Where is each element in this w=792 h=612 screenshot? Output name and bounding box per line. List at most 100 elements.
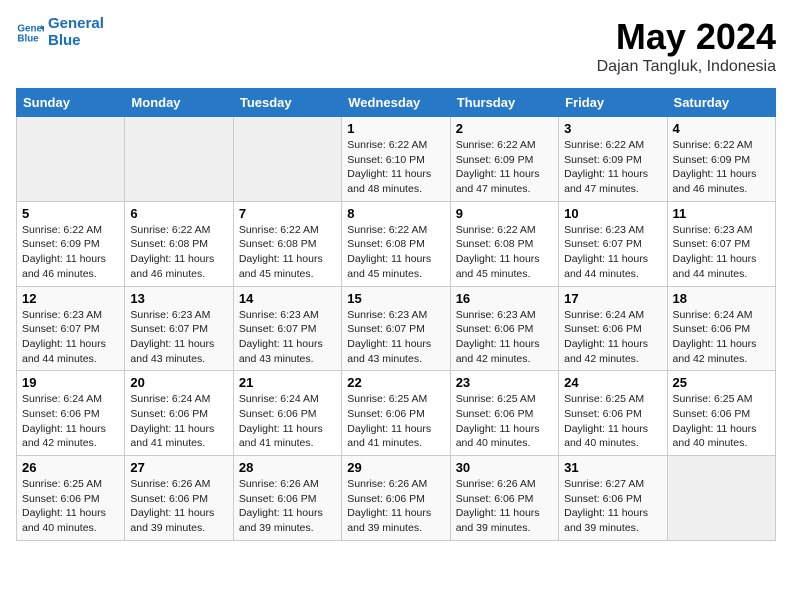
day-header-saturday: Saturday	[667, 89, 775, 117]
day-info: Sunrise: 6:27 AM Sunset: 6:06 PM Dayligh…	[564, 477, 661, 536]
day-info: Sunrise: 6:22 AM Sunset: 6:09 PM Dayligh…	[22, 223, 119, 282]
day-info: Sunrise: 6:23 AM Sunset: 6:07 PM Dayligh…	[130, 308, 227, 367]
subtitle: Dajan Tangluk, Indonesia	[597, 58, 776, 76]
day-header-sunday: Sunday	[17, 89, 125, 117]
calendar-cell: 9 Sunrise: 6:22 AM Sunset: 6:08 PM Daylig…	[450, 201, 558, 286]
day-number: 24	[564, 375, 661, 390]
day-info: Sunrise: 6:22 AM Sunset: 6:08 PM Dayligh…	[456, 223, 553, 282]
day-info: Sunrise: 6:26 AM Sunset: 6:06 PM Dayligh…	[239, 477, 336, 536]
day-number: 7	[239, 206, 336, 221]
calendar-cell: 19Sunrise: 6:24 AM Sunset: 6:06 PM Dayli…	[17, 371, 125, 456]
day-info: Sunrise: 6:22 AM Sunset: 6:10 PM Dayligh…	[347, 138, 444, 197]
calendar-week-4: 26Sunrise: 6:25 AM Sunset: 6:06 PM Dayli…	[17, 456, 776, 541]
day-info: Sunrise: 6:22 AM Sunset: 6:08 PM Dayligh…	[130, 223, 227, 282]
day-info: Sunrise: 6:22 AM Sunset: 6:08 PM Dayligh…	[347, 223, 444, 282]
calendar-cell: 7 Sunrise: 6:22 AM Sunset: 6:08 PM Daylig…	[233, 201, 341, 286]
calendar-cell: 23 Sunrise: 6:25 AM Sunset: 6:06 PM Dayli…	[450, 371, 558, 456]
main-title: May 2024	[597, 16, 776, 58]
logo-line2: Blue	[48, 33, 104, 50]
day-number: 27	[130, 460, 227, 475]
calendar-cell: 21Sunrise: 6:24 AM Sunset: 6:06 PM Dayli…	[233, 371, 341, 456]
calendar-cell: 8Sunrise: 6:22 AM Sunset: 6:08 PM Daylig…	[342, 201, 450, 286]
day-number: 12	[22, 291, 119, 306]
calendar-cell: 30Sunrise: 6:26 AM Sunset: 6:06 PM Dayli…	[450, 456, 558, 541]
calendar-cell: 12Sunrise: 6:23 AM Sunset: 6:07 PM Dayli…	[17, 286, 125, 371]
day-info: Sunrise: 6:25 AM Sunset: 6:06 PM Dayligh…	[22, 477, 119, 536]
header: General Blue General Blue May 2024 Dajan…	[16, 16, 776, 76]
calendar-cell	[125, 117, 233, 202]
calendar-body: 1Sunrise: 6:22 AM Sunset: 6:10 PM Daylig…	[17, 117, 776, 541]
calendar-cell: 16 Sunrise: 6:23 AM Sunset: 6:06 PM Dayli…	[450, 286, 558, 371]
day-info: Sunrise: 6:24 AM Sunset: 6:06 PM Dayligh…	[564, 308, 661, 367]
day-info: Sunrise: 6:23 AM Sunset: 6:07 PM Dayligh…	[564, 223, 661, 282]
day-info: Sunrise: 6:22 AM Sunset: 6:09 PM Dayligh…	[564, 138, 661, 197]
day-number: 3	[564, 121, 661, 136]
calendar-cell: 15 Sunrise: 6:23 AM Sunset: 6:07 PM Dayli…	[342, 286, 450, 371]
calendar-cell: 24 Sunrise: 6:25 AM Sunset: 6:06 PM Dayli…	[559, 371, 667, 456]
calendar-cell: 14 Sunrise: 6:23 AM Sunset: 6:07 PM Dayli…	[233, 286, 341, 371]
day-number: 13	[130, 291, 227, 306]
logo: General Blue General Blue	[16, 16, 104, 49]
day-number: 15	[347, 291, 444, 306]
day-info: Sunrise: 6:25 AM Sunset: 6:06 PM Dayligh…	[347, 392, 444, 451]
day-number: 31	[564, 460, 661, 475]
calendar-cell: 13 Sunrise: 6:23 AM Sunset: 6:07 PM Dayli…	[125, 286, 233, 371]
calendar-cell	[233, 117, 341, 202]
calendar-cell: 2Sunrise: 6:22 AM Sunset: 6:09 PM Daylig…	[450, 117, 558, 202]
day-header-friday: Friday	[559, 89, 667, 117]
day-number: 4	[673, 121, 770, 136]
day-number: 17	[564, 291, 661, 306]
calendar-cell: 22Sunrise: 6:25 AM Sunset: 6:06 PM Dayli…	[342, 371, 450, 456]
day-info: Sunrise: 6:22 AM Sunset: 6:09 PM Dayligh…	[456, 138, 553, 197]
day-info: Sunrise: 6:23 AM Sunset: 6:07 PM Dayligh…	[347, 308, 444, 367]
day-header-tuesday: Tuesday	[233, 89, 341, 117]
day-number: 25	[673, 375, 770, 390]
calendar-cell: 31 Sunrise: 6:27 AM Sunset: 6:06 PM Dayli…	[559, 456, 667, 541]
logo-line1: General	[48, 16, 104, 33]
calendar-cell: 4 Sunrise: 6:22 AM Sunset: 6:09 PM Daylig…	[667, 117, 775, 202]
calendar-cell: 26Sunrise: 6:25 AM Sunset: 6:06 PM Dayli…	[17, 456, 125, 541]
day-number: 23	[456, 375, 553, 390]
calendar-cell: 25 Sunrise: 6:25 AM Sunset: 6:06 PM Dayli…	[667, 371, 775, 456]
day-info: Sunrise: 6:26 AM Sunset: 6:06 PM Dayligh…	[347, 477, 444, 536]
calendar-cell: 1Sunrise: 6:22 AM Sunset: 6:10 PM Daylig…	[342, 117, 450, 202]
day-info: Sunrise: 6:23 AM Sunset: 6:06 PM Dayligh…	[456, 308, 553, 367]
calendar-week-2: 12 Sunrise: 6:23 AM Sunset: 6:07 PM Dayli…	[17, 286, 776, 371]
calendar-cell: 6Sunrise: 6:22 AM Sunset: 6:08 PM Daylig…	[125, 201, 233, 286]
calendar-week-0: 1Sunrise: 6:22 AM Sunset: 6:10 PM Daylig…	[17, 117, 776, 202]
calendar-cell	[17, 117, 125, 202]
day-info: Sunrise: 6:25 AM Sunset: 6:06 PM Dayligh…	[564, 392, 661, 451]
calendar-cell: 3 Sunrise: 6:22 AM Sunset: 6:09 PM Daylig…	[559, 117, 667, 202]
day-info: Sunrise: 6:25 AM Sunset: 6:06 PM Dayligh…	[456, 392, 553, 451]
day-number: 14	[239, 291, 336, 306]
day-info: Sunrise: 6:22 AM Sunset: 6:09 PM Dayligh…	[673, 138, 770, 197]
day-number: 21	[239, 375, 336, 390]
day-info: Sunrise: 6:24 AM Sunset: 6:06 PM Dayligh…	[130, 392, 227, 451]
calendar-cell: 29Sunrise: 6:26 AM Sunset: 6:06 PM Dayli…	[342, 456, 450, 541]
day-info: Sunrise: 6:23 AM Sunset: 6:07 PM Dayligh…	[239, 308, 336, 367]
day-info: Sunrise: 6:23 AM Sunset: 6:07 PM Dayligh…	[673, 223, 770, 282]
day-info: Sunrise: 6:26 AM Sunset: 6:06 PM Dayligh…	[130, 477, 227, 536]
calendar-week-3: 19Sunrise: 6:24 AM Sunset: 6:06 PM Dayli…	[17, 371, 776, 456]
day-number: 10	[564, 206, 661, 221]
day-number: 9	[456, 206, 553, 221]
calendar-cell: 11 Sunrise: 6:23 AM Sunset: 6:07 PM Dayli…	[667, 201, 775, 286]
day-number: 16	[456, 291, 553, 306]
day-info: Sunrise: 6:26 AM Sunset: 6:06 PM Dayligh…	[456, 477, 553, 536]
calendar-cell: 28Sunrise: 6:26 AM Sunset: 6:06 PM Dayli…	[233, 456, 341, 541]
svg-text:Blue: Blue	[17, 33, 39, 44]
calendar-cell: 27 Sunrise: 6:26 AM Sunset: 6:06 PM Dayli…	[125, 456, 233, 541]
day-number: 20	[130, 375, 227, 390]
calendar-week-1: 5Sunrise: 6:22 AM Sunset: 6:09 PM Daylig…	[17, 201, 776, 286]
day-number: 11	[673, 206, 770, 221]
day-header-wednesday: Wednesday	[342, 89, 450, 117]
day-info: Sunrise: 6:22 AM Sunset: 6:08 PM Dayligh…	[239, 223, 336, 282]
calendar-header-row: SundayMondayTuesdayWednesdayThursdayFrid…	[17, 89, 776, 117]
day-header-thursday: Thursday	[450, 89, 558, 117]
calendar-cell: 5Sunrise: 6:22 AM Sunset: 6:09 PM Daylig…	[17, 201, 125, 286]
calendar-cell: 20 Sunrise: 6:24 AM Sunset: 6:06 PM Dayli…	[125, 371, 233, 456]
calendar-cell: 10 Sunrise: 6:23 AM Sunset: 6:07 PM Dayli…	[559, 201, 667, 286]
day-info: Sunrise: 6:25 AM Sunset: 6:06 PM Dayligh…	[673, 392, 770, 451]
title-block: May 2024 Dajan Tangluk, Indonesia	[597, 16, 776, 76]
day-number: 18	[673, 291, 770, 306]
